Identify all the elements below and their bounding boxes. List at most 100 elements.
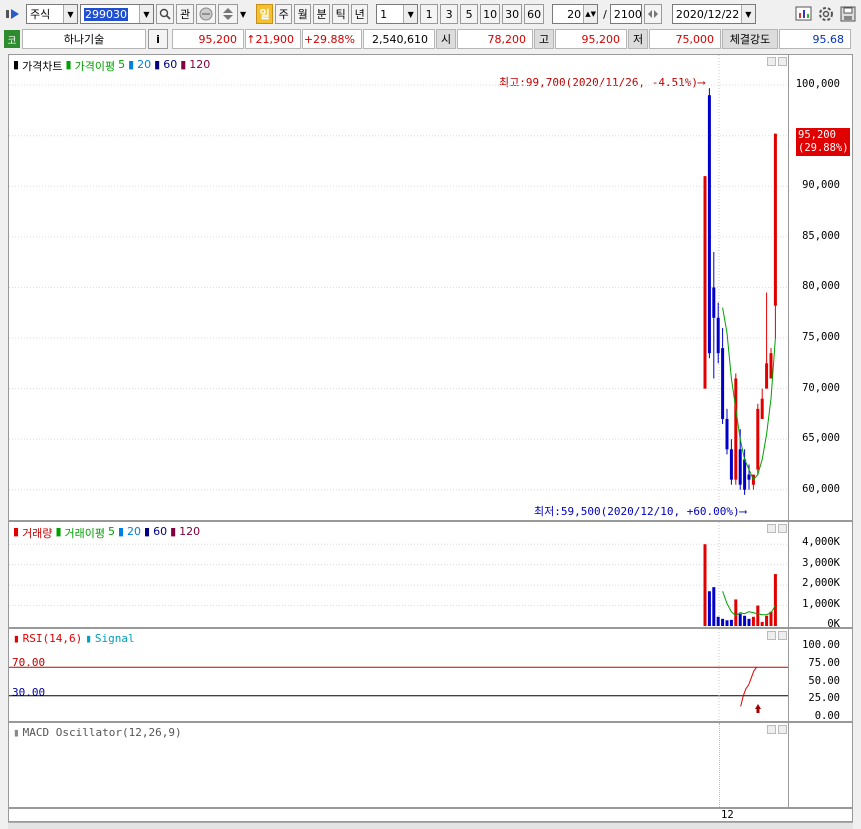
candle-body [721, 348, 725, 419]
volume-bar [725, 620, 729, 626]
volume-bar [743, 615, 747, 626]
volume-chart-panel[interactable]: ▮ 거래량 ▮ 거래이평 5 ▮ 20 ▮ 60 ▮ 120 [8, 521, 789, 628]
open-label: 시 [436, 29, 456, 49]
watchlist-button[interactable]: 관 [176, 4, 194, 24]
spin-icon[interactable]: ▲▼ [583, 5, 598, 23]
current-price-label: 95,200 [798, 129, 836, 141]
candle-body [707, 95, 711, 354]
price-tick: 100,000 [795, 78, 840, 91]
volume-axis: 4,000K 3,000K 2,000K 1,000K 0K [789, 521, 853, 630]
rsi-tick: 75.00 [808, 656, 840, 669]
legend-macd: MACD Oscillator(12,26,9) [22, 726, 182, 739]
price-chart-panel[interactable]: ▮ 가격차트 ▮ 가격이평 5 ▮ 20 ▮ 60 ▮ 120 최고:99,700(202… [8, 54, 789, 521]
candle-body [760, 398, 764, 419]
count-value: 20 [567, 7, 582, 21]
chevron-down-icon[interactable]: ▼ [403, 5, 418, 23]
panel-maximize-icon[interactable] [778, 725, 787, 734]
period-minute[interactable]: 분 [313, 4, 331, 24]
candle-body [734, 378, 738, 480]
candle-body [773, 133, 777, 306]
candle-body [743, 459, 747, 490]
open-value: 78,200 [457, 29, 533, 49]
period-year[interactable]: 년 [351, 4, 369, 24]
rsi-tick: 0.00 [814, 710, 840, 722]
volume-bar [703, 544, 707, 626]
stock-list-icon[interactable] [196, 4, 216, 24]
price-tick: 90,000 [802, 179, 840, 192]
volume-bar [712, 587, 716, 626]
x-axis-label: 12 [721, 809, 734, 821]
info-button[interactable]: i [148, 29, 168, 49]
chevron-down-icon[interactable]: ▼ [240, 10, 246, 19]
panel-minimize-icon[interactable] [767, 725, 776, 734]
candle-body [765, 363, 769, 389]
volume-tick: 2,000K [802, 577, 840, 590]
macd-panel[interactable]: ▮ MACD Oscillator(12,26,9) [8, 722, 789, 808]
volume-tick: 3,000K [802, 556, 840, 569]
period-month[interactable]: 월 [294, 4, 312, 24]
interval-10[interactable]: 10 [480, 4, 501, 24]
current-pct-label: (29.88%) [798, 142, 849, 154]
interval-5[interactable]: 5 [460, 4, 479, 24]
date-select[interactable]: 2020/12/22 ▼ [671, 4, 756, 24]
volume-bar [738, 613, 742, 626]
low-label: 저 [628, 29, 648, 49]
price-tick: 65,000 [802, 432, 840, 445]
gear-icon[interactable] [817, 5, 835, 23]
interval-3[interactable]: 3 [440, 4, 459, 24]
price-change: ↑21,900 [245, 29, 301, 49]
price-tick: 80,000 [802, 280, 840, 293]
interval-30[interactable]: 30 [502, 4, 523, 24]
volume-tick: 4,000K [802, 536, 840, 549]
bottom-scrollbar[interactable] [8, 822, 853, 829]
chart-settings-icon[interactable] [795, 5, 813, 23]
rsi-tick: 50.00 [808, 674, 840, 687]
price-tick: 60,000 [802, 482, 840, 495]
period-week[interactable]: 주 [275, 4, 293, 24]
toolbar: 주식 ▼ 299030 ▼ 관 ▼ 일 주 월 분 틱 년 1 ▼ 1 3 5 … [0, 2, 861, 26]
period-tick[interactable]: 틱 [332, 4, 350, 24]
volume-bar [751, 616, 755, 626]
candle-body [703, 176, 707, 389]
interval-1[interactable]: 1 [420, 4, 439, 24]
candle-body [769, 353, 773, 379]
rsi-tick: 100.00 [802, 639, 840, 651]
volume-bar [747, 618, 751, 626]
candle-body [756, 408, 760, 470]
market-value: 주식 [30, 8, 51, 21]
volume-bar [756, 605, 760, 626]
volume-bar [769, 611, 773, 626]
market-select[interactable]: 주식 ▼ [26, 4, 78, 24]
stock-code-input[interactable]: 299030 ▼ [80, 4, 154, 24]
candle-body [729, 449, 733, 480]
price-tick: 70,000 [802, 381, 840, 394]
price-tick: 75,000 [802, 331, 840, 344]
chevron-down-icon[interactable]: ▼ [740, 5, 755, 23]
rsi-line [740, 667, 757, 707]
interval-60[interactable]: 60 [524, 4, 545, 24]
chevron-down-icon[interactable]: ▼ [139, 5, 153, 23]
rsi-axis: 100.00 75.00 50.00 25.00 0.00 [789, 628, 853, 722]
change-percent: +29.88% [302, 29, 362, 49]
rsi-panel[interactable]: ▮ RSI(14,6) ▮ Signal 70.00 30.00 [8, 628, 789, 722]
interval-select[interactable]: 1 ▼ [376, 4, 419, 24]
period-day[interactable]: 일 [256, 4, 274, 24]
save-icon[interactable] [839, 5, 857, 23]
date-value: 2020/12/22 [675, 7, 740, 21]
stock-name[interactable]: 하나기술 [22, 29, 146, 49]
search-icon[interactable] [156, 4, 174, 24]
candle-body [712, 287, 716, 318]
count-input[interactable]: 20 ▲▼ [552, 4, 599, 24]
candle-body [725, 418, 729, 450]
scroll-updown-icon[interactable] [218, 4, 238, 24]
x-axis: 12 [8, 808, 853, 822]
scroll-icon[interactable] [643, 4, 662, 24]
menu-icon[interactable] [4, 4, 24, 24]
volume-bar [707, 591, 711, 626]
volume-bar [760, 621, 764, 626]
volume-ma5-line [722, 591, 776, 617]
count-total-input[interactable]: 2100 [609, 4, 642, 24]
buy-signal-arrow-icon [755, 704, 761, 713]
chevron-down-icon[interactable]: ▼ [63, 5, 77, 23]
macd-legend: ▮ MACD Oscillator(12,26,9) [13, 726, 182, 739]
